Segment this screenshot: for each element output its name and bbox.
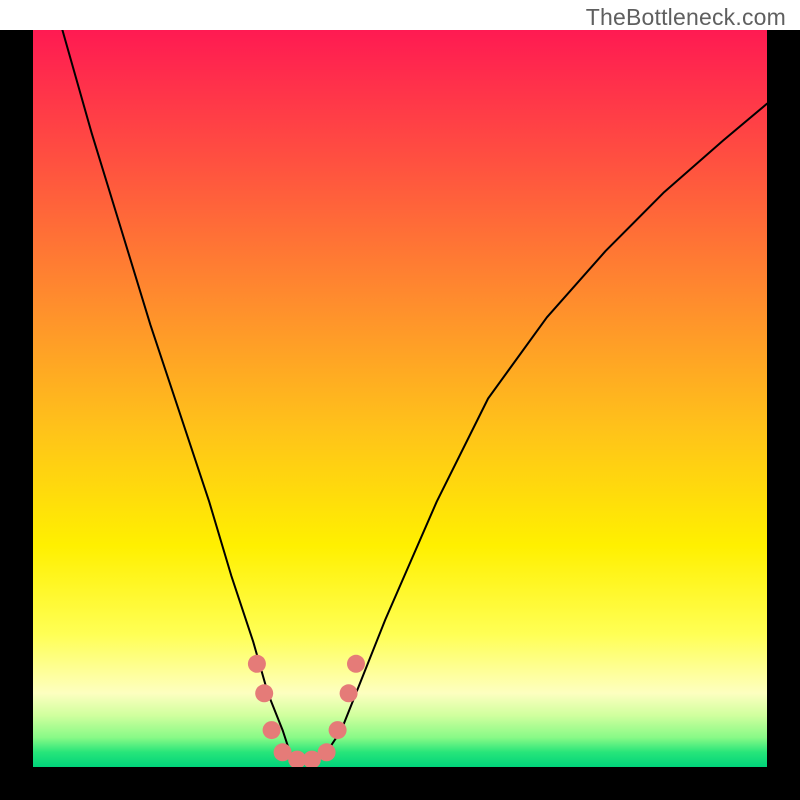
marker-dot — [318, 743, 336, 761]
marker-dot — [329, 721, 347, 739]
curve-layer — [33, 30, 767, 767]
marker-dot — [255, 684, 273, 702]
bottleneck-curve — [62, 30, 767, 760]
marker-group — [248, 655, 365, 767]
plot-frame — [0, 30, 800, 800]
marker-dot — [248, 655, 266, 673]
marker-dot — [340, 684, 358, 702]
watermark-text: TheBottleneck.com — [586, 4, 786, 31]
marker-dot — [263, 721, 281, 739]
marker-dot — [347, 655, 365, 673]
plot-area — [33, 30, 767, 767]
